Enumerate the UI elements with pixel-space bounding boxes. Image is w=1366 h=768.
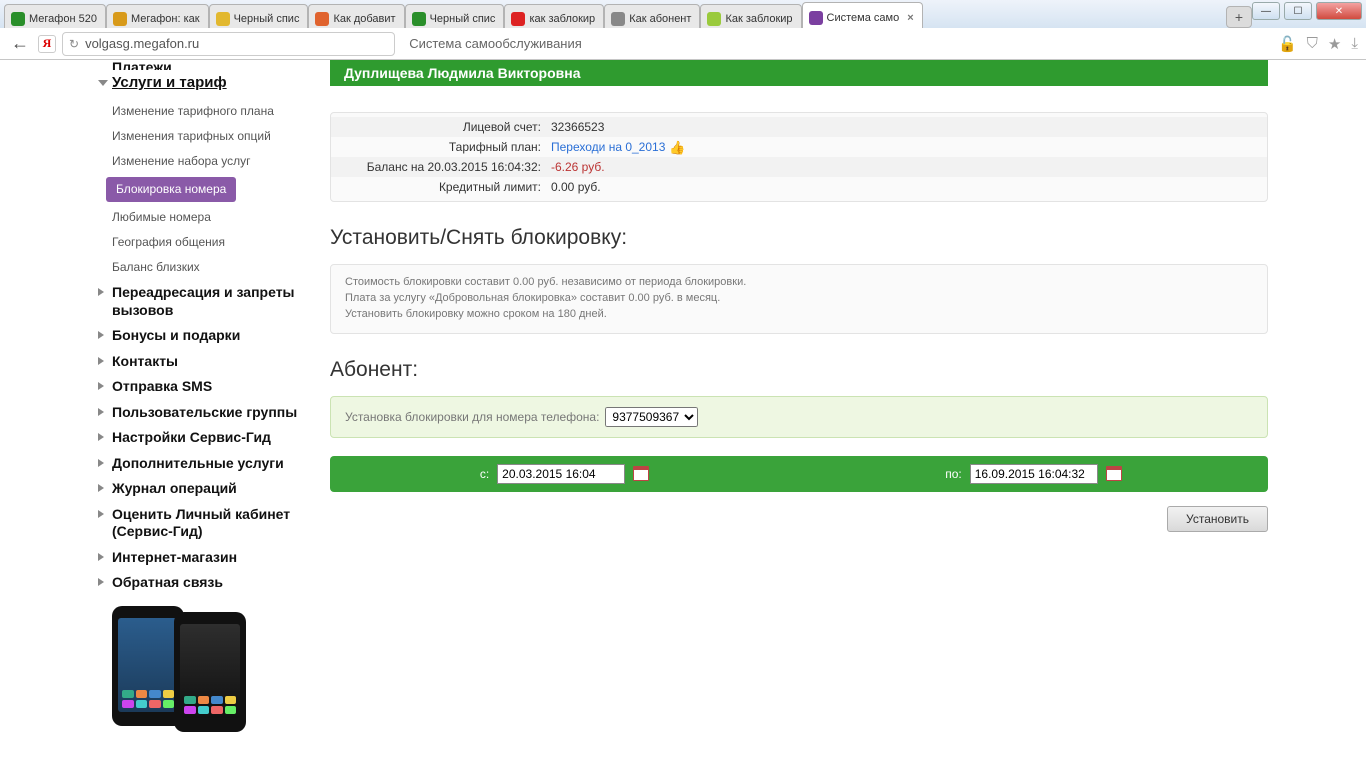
browser-tab-0[interactable]: Мегафон 520 bbox=[4, 4, 106, 28]
browser-tabs: Мегафон 520 Мегафон: как Черный спис Как до… bbox=[4, 0, 1222, 28]
label-account: Лицевой счет: bbox=[341, 120, 551, 134]
label-credit: Кредитный лимит: bbox=[341, 180, 551, 194]
value-account: 32366523 bbox=[551, 120, 604, 134]
tab-label: Черный спис bbox=[430, 13, 496, 25]
sidebar-section-services[interactable]: Услуги и тариф bbox=[98, 70, 298, 99]
date-to-input[interactable] bbox=[970, 464, 1098, 484]
favicon-icon bbox=[113, 12, 127, 26]
page-title-display: Система самообслуживания bbox=[401, 36, 1272, 51]
customer-name-bar: Дуплищева Людмила Викторовна bbox=[330, 60, 1268, 86]
addrbar-right-icons: 🔓 ⛉ ★ ⤓ bbox=[1278, 35, 1358, 53]
sidebar-section-10[interactable]: Обратная связь bbox=[98, 570, 298, 596]
sidebar-nav: Платежи Услуги и тариф Изменение тарифно… bbox=[98, 60, 298, 681]
sidebar-subitem-0[interactable]: Изменение тарифного плана bbox=[98, 99, 298, 124]
browser-tab-8[interactable]: Система само × bbox=[802, 2, 923, 28]
browser-tab-4[interactable]: Черный спис bbox=[405, 4, 505, 28]
note-line-2: Плата за услугу «Добровольная блокировка… bbox=[345, 291, 1253, 307]
favicon-icon bbox=[611, 12, 625, 26]
sidebar-section-9[interactable]: Интернет-магазин bbox=[98, 545, 298, 571]
browser-tab-5[interactable]: как заблокир bbox=[504, 4, 604, 28]
sidebar-subitem-6[interactable]: Баланс близких bbox=[98, 255, 298, 280]
favicon-icon bbox=[11, 12, 25, 26]
date-from-label: с: bbox=[480, 467, 489, 481]
favicon-icon bbox=[511, 12, 525, 26]
tab-label: Мегафон: как bbox=[131, 13, 200, 25]
address-bar: ← Я ↻ volgasg.megafon.ru Система самообс… bbox=[0, 28, 1366, 60]
value-credit: 0.00 руб. bbox=[551, 180, 601, 194]
sidebar-section-1[interactable]: Бонусы и подарки bbox=[98, 323, 298, 349]
tab-label: Как абонент bbox=[629, 13, 691, 25]
block-heading: Установить/Снять блокировку: bbox=[330, 226, 1268, 250]
note-line-3: Установить блокировку можно сроком на 18… bbox=[345, 307, 1253, 323]
nav-back-button[interactable]: ← bbox=[8, 32, 32, 56]
bookmark-star-icon[interactable]: ★ bbox=[1328, 35, 1341, 53]
yandex-home-button[interactable]: Я bbox=[38, 35, 56, 53]
tab-label: Как добавит bbox=[333, 13, 395, 25]
date-to-label: по: bbox=[945, 467, 962, 481]
sidebar-subitem-3[interactable]: Блокировка номера bbox=[106, 177, 236, 202]
promo-phones-image bbox=[112, 606, 272, 681]
tab-label: Как заблокир bbox=[725, 13, 792, 25]
page-viewport: Платежи Услуги и тариф Изменение тарифно… bbox=[0, 60, 1366, 768]
phone-number-select[interactable]: 9377509367 bbox=[605, 407, 698, 427]
browser-tab-6[interactable]: Как абонент bbox=[604, 4, 700, 28]
window-buttons: — ☐ ✕ bbox=[1252, 0, 1362, 20]
value-plan-link[interactable]: Переходи на 0_2013👍 bbox=[551, 140, 681, 154]
browser-tab-7[interactable]: Как заблокир bbox=[700, 4, 801, 28]
browser-tab-2[interactable]: Черный спис bbox=[209, 4, 309, 28]
sidebar-section-5[interactable]: Настройки Сервис-Гид bbox=[98, 425, 298, 451]
sidebar-item-payments-cut[interactable]: Платежи bbox=[98, 60, 298, 70]
browser-titlebar: Мегафон 520 Мегафон: как Черный спис Как до… bbox=[0, 0, 1366, 28]
date-from-input[interactable] bbox=[497, 464, 625, 484]
favicon-icon bbox=[809, 11, 823, 25]
url-text: volgasg.megafon.ru bbox=[85, 36, 199, 51]
new-tab-button[interactable]: + bbox=[1226, 6, 1252, 28]
label-plan: Тарифный план: bbox=[341, 140, 551, 154]
tab-close-icon[interactable]: × bbox=[907, 12, 913, 24]
sidebar-section-2[interactable]: Контакты bbox=[98, 349, 298, 375]
sidebar-section-7[interactable]: Журнал операций bbox=[98, 476, 298, 502]
favicon-icon bbox=[216, 12, 230, 26]
tab-label: Система само bbox=[827, 12, 900, 24]
sidebar-section-3[interactable]: Отправка SMS bbox=[98, 374, 298, 400]
favicon-icon bbox=[412, 12, 426, 26]
sidebar-section-6[interactable]: Дополнительные услуги bbox=[98, 451, 298, 477]
reload-icon[interactable]: ↻ bbox=[69, 37, 79, 51]
sidebar-subitem-5[interactable]: География общения bbox=[98, 230, 298, 255]
block-note-box: Стоимость блокировки составит 0.00 руб. … bbox=[330, 264, 1268, 334]
subscriber-label: Установка блокировки для номера телефона… bbox=[345, 410, 599, 424]
subscriber-heading: Абонент: bbox=[330, 358, 1268, 382]
tab-label: Мегафон 520 bbox=[29, 13, 97, 25]
label-balance: Баланс на 20.03.2015 16:04:32: bbox=[341, 160, 551, 174]
shield-icon[interactable]: ⛉ bbox=[1307, 35, 1318, 52]
lock-icon[interactable]: 🔓 bbox=[1278, 35, 1297, 53]
tab-label: как заблокир bbox=[529, 13, 595, 25]
note-line-1: Стоимость блокировки составит 0.00 руб. … bbox=[345, 275, 1253, 291]
account-info-box: Лицевой счет:32366523 Тарифный план:Пере… bbox=[330, 112, 1268, 202]
favicon-icon bbox=[707, 12, 721, 26]
window-minimize-button[interactable]: — bbox=[1252, 2, 1280, 20]
value-balance: -6.26 руб. bbox=[551, 160, 605, 174]
browser-tab-1[interactable]: Мегафон: как bbox=[106, 4, 209, 28]
favicon-icon bbox=[315, 12, 329, 26]
url-field[interactable]: ↻ volgasg.megafon.ru bbox=[62, 32, 395, 56]
browser-tab-3[interactable]: Как добавит bbox=[308, 4, 404, 28]
sidebar-subitem-2[interactable]: Изменение набора услуг bbox=[98, 149, 298, 174]
sidebar-section-8[interactable]: Оценить Личный кабинет (Сервис-Гид) bbox=[98, 502, 298, 545]
sidebar-subitem-4[interactable]: Любимые номера bbox=[98, 205, 298, 230]
sidebar-subitem-1[interactable]: Изменения тарифных опций bbox=[98, 124, 298, 149]
subscriber-select-box: Установка блокировки для номера телефона… bbox=[330, 396, 1268, 438]
sidebar-section-0[interactable]: Переадресация и запреты вызовов bbox=[98, 280, 298, 323]
sidebar-section-4[interactable]: Пользовательские группы bbox=[98, 400, 298, 426]
window-maximize-button[interactable]: ☐ bbox=[1284, 2, 1312, 20]
install-button[interactable]: Установить bbox=[1167, 506, 1268, 532]
date-range-bar: с: по: bbox=[330, 456, 1268, 492]
calendar-icon[interactable] bbox=[633, 466, 649, 481]
tab-label: Черный спис bbox=[234, 13, 300, 25]
window-close-button[interactable]: ✕ bbox=[1316, 2, 1362, 20]
main-content: Дуплищева Людмила Викторовна Лицевой сче… bbox=[298, 60, 1268, 681]
downloads-icon[interactable]: ⤓ bbox=[1351, 35, 1358, 52]
thumbs-up-icon[interactable]: 👍 bbox=[669, 140, 681, 152]
calendar-icon[interactable] bbox=[1106, 466, 1122, 481]
